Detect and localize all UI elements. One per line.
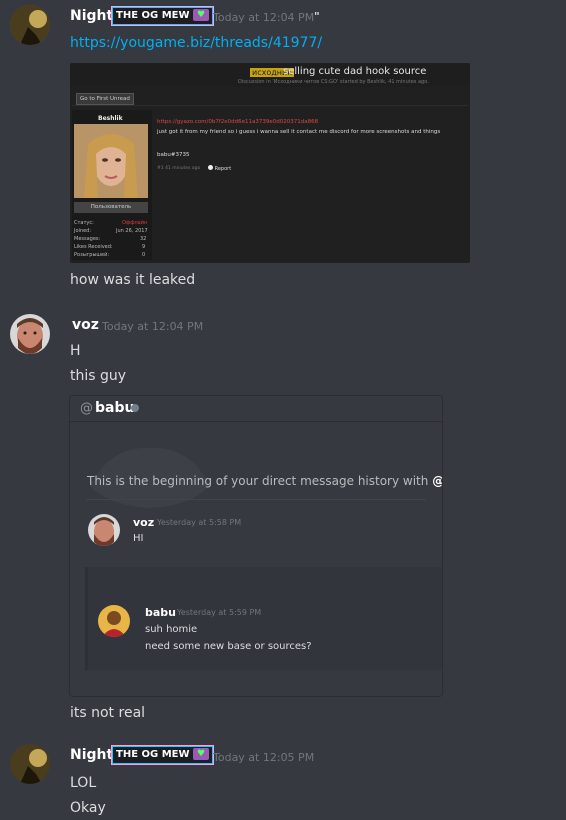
forum-post-link[interactable]: https://gyazo.com/0b7f2e0dd6e11a3739e0d0… bbox=[157, 119, 318, 125]
dm-quote-block bbox=[85, 567, 442, 670]
dm-avatar-voz bbox=[88, 514, 120, 546]
dm-avatar-babu bbox=[98, 605, 130, 637]
forum-post-text: just got it from my friend so i guess i … bbox=[157, 129, 441, 135]
badge-text: THE OG MEW bbox=[116, 749, 190, 760]
dm-intro-name: @babu bbox=[432, 474, 442, 488]
avatar-voz-image bbox=[10, 314, 50, 354]
report-icon bbox=[208, 165, 213, 170]
dm-intro-text: This is the beginning of your direct mes… bbox=[87, 474, 442, 488]
role-badge: THE OG MEW ♥ bbox=[111, 745, 214, 765]
quote-mark: " bbox=[314, 10, 320, 23]
avatar-voz[interactable] bbox=[10, 314, 50, 354]
forum-thread-meta: Discussion in 'Исходники читов CS:GO' st… bbox=[238, 79, 429, 85]
report-label: Report bbox=[214, 166, 232, 172]
dm-msg1-text: HI bbox=[133, 533, 144, 544]
forum-stat-value: 0 bbox=[142, 252, 146, 258]
discord-watermark-icon bbox=[90, 447, 210, 508]
dm-msg2-user: babu bbox=[145, 606, 177, 619]
forum-poster-role: Пользователь bbox=[74, 202, 148, 213]
avatar-night[interactable] bbox=[10, 5, 50, 45]
dm-channel-name: babu bbox=[95, 400, 135, 416]
forum-stat-label: Likes Received: bbox=[74, 244, 113, 250]
message-text: its not real bbox=[70, 705, 146, 721]
forum-stat-value: 32 bbox=[140, 236, 147, 242]
forum-first-unread-button[interactable]: Go to First Unread bbox=[76, 93, 134, 105]
dm-divider bbox=[86, 499, 426, 500]
badge-text: THE OG MEW bbox=[116, 10, 190, 21]
heart-icon: ♥ bbox=[193, 9, 209, 21]
dm-msg2-line2: need some new base or sources? bbox=[145, 641, 312, 652]
timestamp: Today at 12:05 PM bbox=[213, 751, 315, 764]
at-icon: @ bbox=[80, 401, 93, 416]
timestamp: Today at 12:04 PM bbox=[102, 320, 204, 333]
forum-thread-title: selling cute dad hook source bbox=[283, 66, 427, 77]
forum-poster-name: Beshlik bbox=[98, 115, 123, 122]
avatar-night[interactable] bbox=[10, 744, 50, 784]
dm-screenshot-embed[interactable]: @ babu This is the beginning of your dir… bbox=[70, 396, 442, 696]
message-text: this guy bbox=[70, 368, 127, 384]
dm-msg2-time: Yesterday at 5:59 PM bbox=[177, 608, 262, 617]
message-text: how was it leaked bbox=[70, 272, 196, 288]
dm-intro-pre: This is the beginning of your direct mes… bbox=[87, 474, 433, 488]
avatar-night-image bbox=[10, 744, 50, 784]
forum-stat-value: 9 bbox=[142, 244, 146, 250]
forum-screenshot-embed[interactable]: исходник selling cute dad hook source Di… bbox=[70, 63, 470, 263]
dm-msg1-time: Yesterday at 5:58 PM bbox=[157, 518, 242, 527]
forum-stat-label: Розыгрышей: bbox=[74, 252, 110, 258]
message-text: LOL bbox=[70, 775, 97, 791]
status-dot-icon bbox=[131, 404, 139, 412]
forum-poster-photo bbox=[74, 124, 148, 198]
dm-msg2-line1: suh homie bbox=[145, 624, 198, 635]
forum-post-contact: babu#3735 bbox=[157, 152, 190, 158]
heart-icon: ♥ bbox=[193, 748, 209, 760]
forum-stat-label: Messages: bbox=[74, 236, 101, 242]
forum-stat-value: Jun 26, 2017 bbox=[116, 228, 148, 234]
timestamp: Today at 12:04 PM bbox=[213, 11, 315, 24]
avatar-night-image bbox=[10, 5, 50, 45]
role-badge: THE OG MEW ♥ bbox=[111, 6, 214, 26]
forum-stat-value: Оффлайн bbox=[122, 220, 148, 226]
forum-stat-label: Статус: bbox=[74, 220, 94, 226]
message-text: Okay bbox=[70, 800, 106, 816]
message-link[interactable]: https://yougame.biz/threads/41977/ bbox=[70, 35, 322, 51]
message-text: H bbox=[70, 343, 81, 359]
forum-report-button[interactable]: Report bbox=[208, 165, 231, 172]
forum-stat-label: Joined: bbox=[74, 228, 92, 234]
username[interactable]: Night bbox=[70, 8, 113, 24]
username[interactable]: voz bbox=[72, 317, 99, 333]
forum-divider bbox=[72, 105, 468, 106]
username[interactable]: Night bbox=[70, 747, 113, 763]
forum-post-footer: #1 41 minutes ago bbox=[157, 166, 201, 171]
dm-msg1-user: voz bbox=[133, 516, 155, 529]
